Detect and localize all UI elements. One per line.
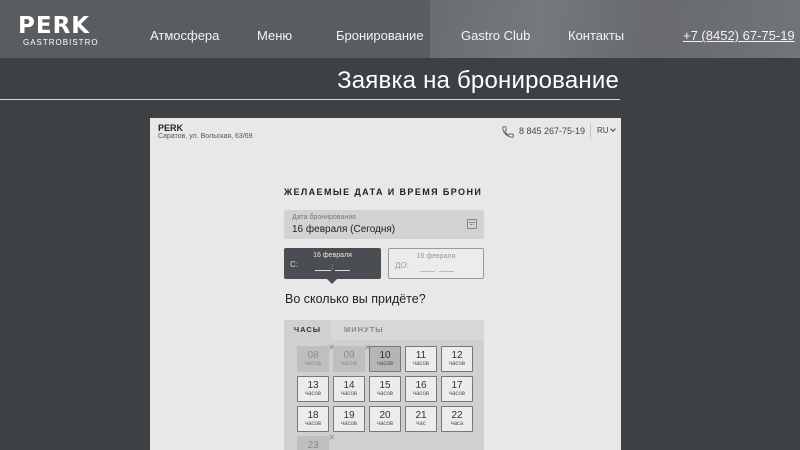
- nav-item-contacts[interactable]: Контакты: [568, 28, 624, 43]
- hour-unit: часов: [304, 361, 322, 367]
- hour-option-16[interactable]: 16 часов: [405, 376, 437, 402]
- hour-number: 17: [451, 380, 463, 391]
- calendar-icon[interactable]: [467, 219, 477, 229]
- time-from-date: 16 февраля: [313, 252, 352, 259]
- hour-number: 10: [379, 350, 391, 361]
- booking-widget: PERK Саратов, ул. Вольская, 63/69 8 845 …: [150, 118, 621, 450]
- hour-unit: часов: [304, 391, 322, 397]
- hour-number: 22: [451, 410, 463, 421]
- time-from-colon: :: [331, 262, 334, 271]
- tab-minutes[interactable]: МИНУТЫ: [344, 320, 384, 340]
- date-field-label: Дата бронирования: [292, 214, 356, 221]
- language-value: RU: [597, 126, 609, 135]
- hour-number: 13: [307, 380, 319, 391]
- logo-subtext: GASTROBISTRO: [23, 38, 99, 47]
- hour-unit: час: [416, 421, 426, 427]
- header-phone-link[interactable]: +7 (8452) 67-75-19: [683, 28, 795, 43]
- hour-number: 08: [307, 350, 319, 361]
- hour-unit: часов: [376, 421, 394, 427]
- hour-number: 11: [415, 350, 427, 361]
- hour-option-19[interactable]: 19 часов: [333, 406, 365, 432]
- time-to-colon: :: [435, 263, 438, 272]
- hour-number: 18: [307, 410, 319, 421]
- hour-unit: часов: [376, 391, 394, 397]
- hour-number: 12: [451, 350, 463, 361]
- title-divider: [0, 99, 620, 100]
- hour-option-13[interactable]: 13 часов: [297, 376, 329, 402]
- time-tabs: ЧАСЫ МИНУТЫ: [284, 320, 484, 340]
- close-icon: ✕: [328, 433, 335, 442]
- hour-unit: часа: [450, 421, 464, 427]
- time-to-minutes-blank: [439, 268, 454, 272]
- time-from-field[interactable]: С: 16 февраля :: [284, 248, 381, 284]
- hour-number: 15: [379, 380, 391, 391]
- hour-unit: часов: [448, 391, 466, 397]
- hour-number: 14: [343, 380, 355, 391]
- hour-unit: часов: [340, 421, 358, 427]
- hour-number: 23: [307, 440, 319, 450]
- hour-unit: часов: [340, 391, 358, 397]
- hour-number: 21: [415, 410, 427, 421]
- hour-option-23: 23часа✕: [297, 434, 335, 450]
- hour-option-12[interactable]: 12 часов: [441, 346, 473, 372]
- hour-option-14[interactable]: 14 часов: [333, 376, 365, 402]
- hour-unit: часов: [340, 361, 358, 367]
- hour-option-11[interactable]: 11 часов: [405, 346, 437, 372]
- hour-option-15[interactable]: 15 часов: [369, 376, 401, 402]
- logo-main-text: PERK: [18, 13, 91, 39]
- hour-unit: часов: [448, 361, 466, 367]
- hour-option-10[interactable]: 10 часов: [369, 346, 401, 372]
- chevron-down-icon: [609, 126, 616, 132]
- time-to-date: 16 февраля: [416, 253, 456, 260]
- widget-header-divider: [590, 124, 591, 139]
- time-to-field[interactable]: ДО: 16 февраля :: [388, 248, 484, 279]
- hour-number: 20: [379, 410, 391, 421]
- hour-option-18[interactable]: 18 часов: [297, 406, 329, 432]
- hour-option-17[interactable]: 17 часов: [441, 376, 473, 402]
- date-field-value: 16 февраля (Сегодня): [292, 224, 396, 235]
- hour-option-08: 08 часов ✕: [297, 344, 335, 372]
- hour-number: 09: [343, 350, 355, 361]
- site-header: PERK GASTROBISTRO Атмосфера Меню Брониро…: [0, 0, 800, 58]
- hour-unit: часов: [412, 361, 430, 367]
- hour-unit: часов: [376, 361, 394, 367]
- section-heading: ЖЕЛАЕМЫЕ ДАТА И ВРЕМЯ БРОНИ: [284, 187, 483, 197]
- hour-number: 16: [415, 380, 427, 391]
- nav-item-atmosphere[interactable]: Атмосфера: [150, 28, 219, 43]
- widget-phone[interactable]: 8 845 267-75-19: [519, 126, 585, 136]
- hour-number: 19: [343, 410, 355, 421]
- widget-brand: PERK: [158, 123, 184, 133]
- arrival-question: Во сколько вы придёте?: [285, 292, 426, 306]
- time-to-prefix: ДО:: [395, 261, 409, 270]
- time-from-minutes-blank: [335, 267, 350, 271]
- nav-item-gastro-club[interactable]: Gastro Club: [461, 28, 530, 43]
- hour-option-09: 09 часов ✕: [333, 344, 371, 372]
- hour-option-22[interactable]: 22 часа: [441, 406, 473, 432]
- hour-unit: часов: [304, 421, 322, 427]
- hour-option-21[interactable]: 21 час: [405, 406, 437, 432]
- time-from-prefix: С:: [290, 260, 298, 269]
- tab-hours[interactable]: ЧАСЫ: [284, 320, 331, 340]
- hours-grid: 08 часов ✕ 09 часов ✕ 10 часов 11 часов 12 часов 13 ч…: [284, 340, 484, 450]
- nav-item-menu[interactable]: Меню: [257, 28, 292, 43]
- widget-address: Саратов, ул. Вольская, 63/69: [158, 133, 253, 140]
- nav-item-booking[interactable]: Бронирование: [336, 28, 424, 43]
- time-from-hours-blank: [315, 267, 331, 271]
- time-to-hours-blank: [420, 268, 435, 272]
- logo[interactable]: PERK GASTROBISTRO: [18, 14, 99, 47]
- language-select[interactable]: RU: [597, 126, 616, 135]
- date-field[interactable]: Дата бронирования 16 февраля (Сегодня): [284, 210, 484, 239]
- hour-option-20[interactable]: 20 часов: [369, 406, 401, 432]
- phone-icon: [502, 126, 514, 138]
- page-title: Заявка на бронирование: [337, 67, 619, 94]
- hour-unit: часов: [412, 391, 430, 397]
